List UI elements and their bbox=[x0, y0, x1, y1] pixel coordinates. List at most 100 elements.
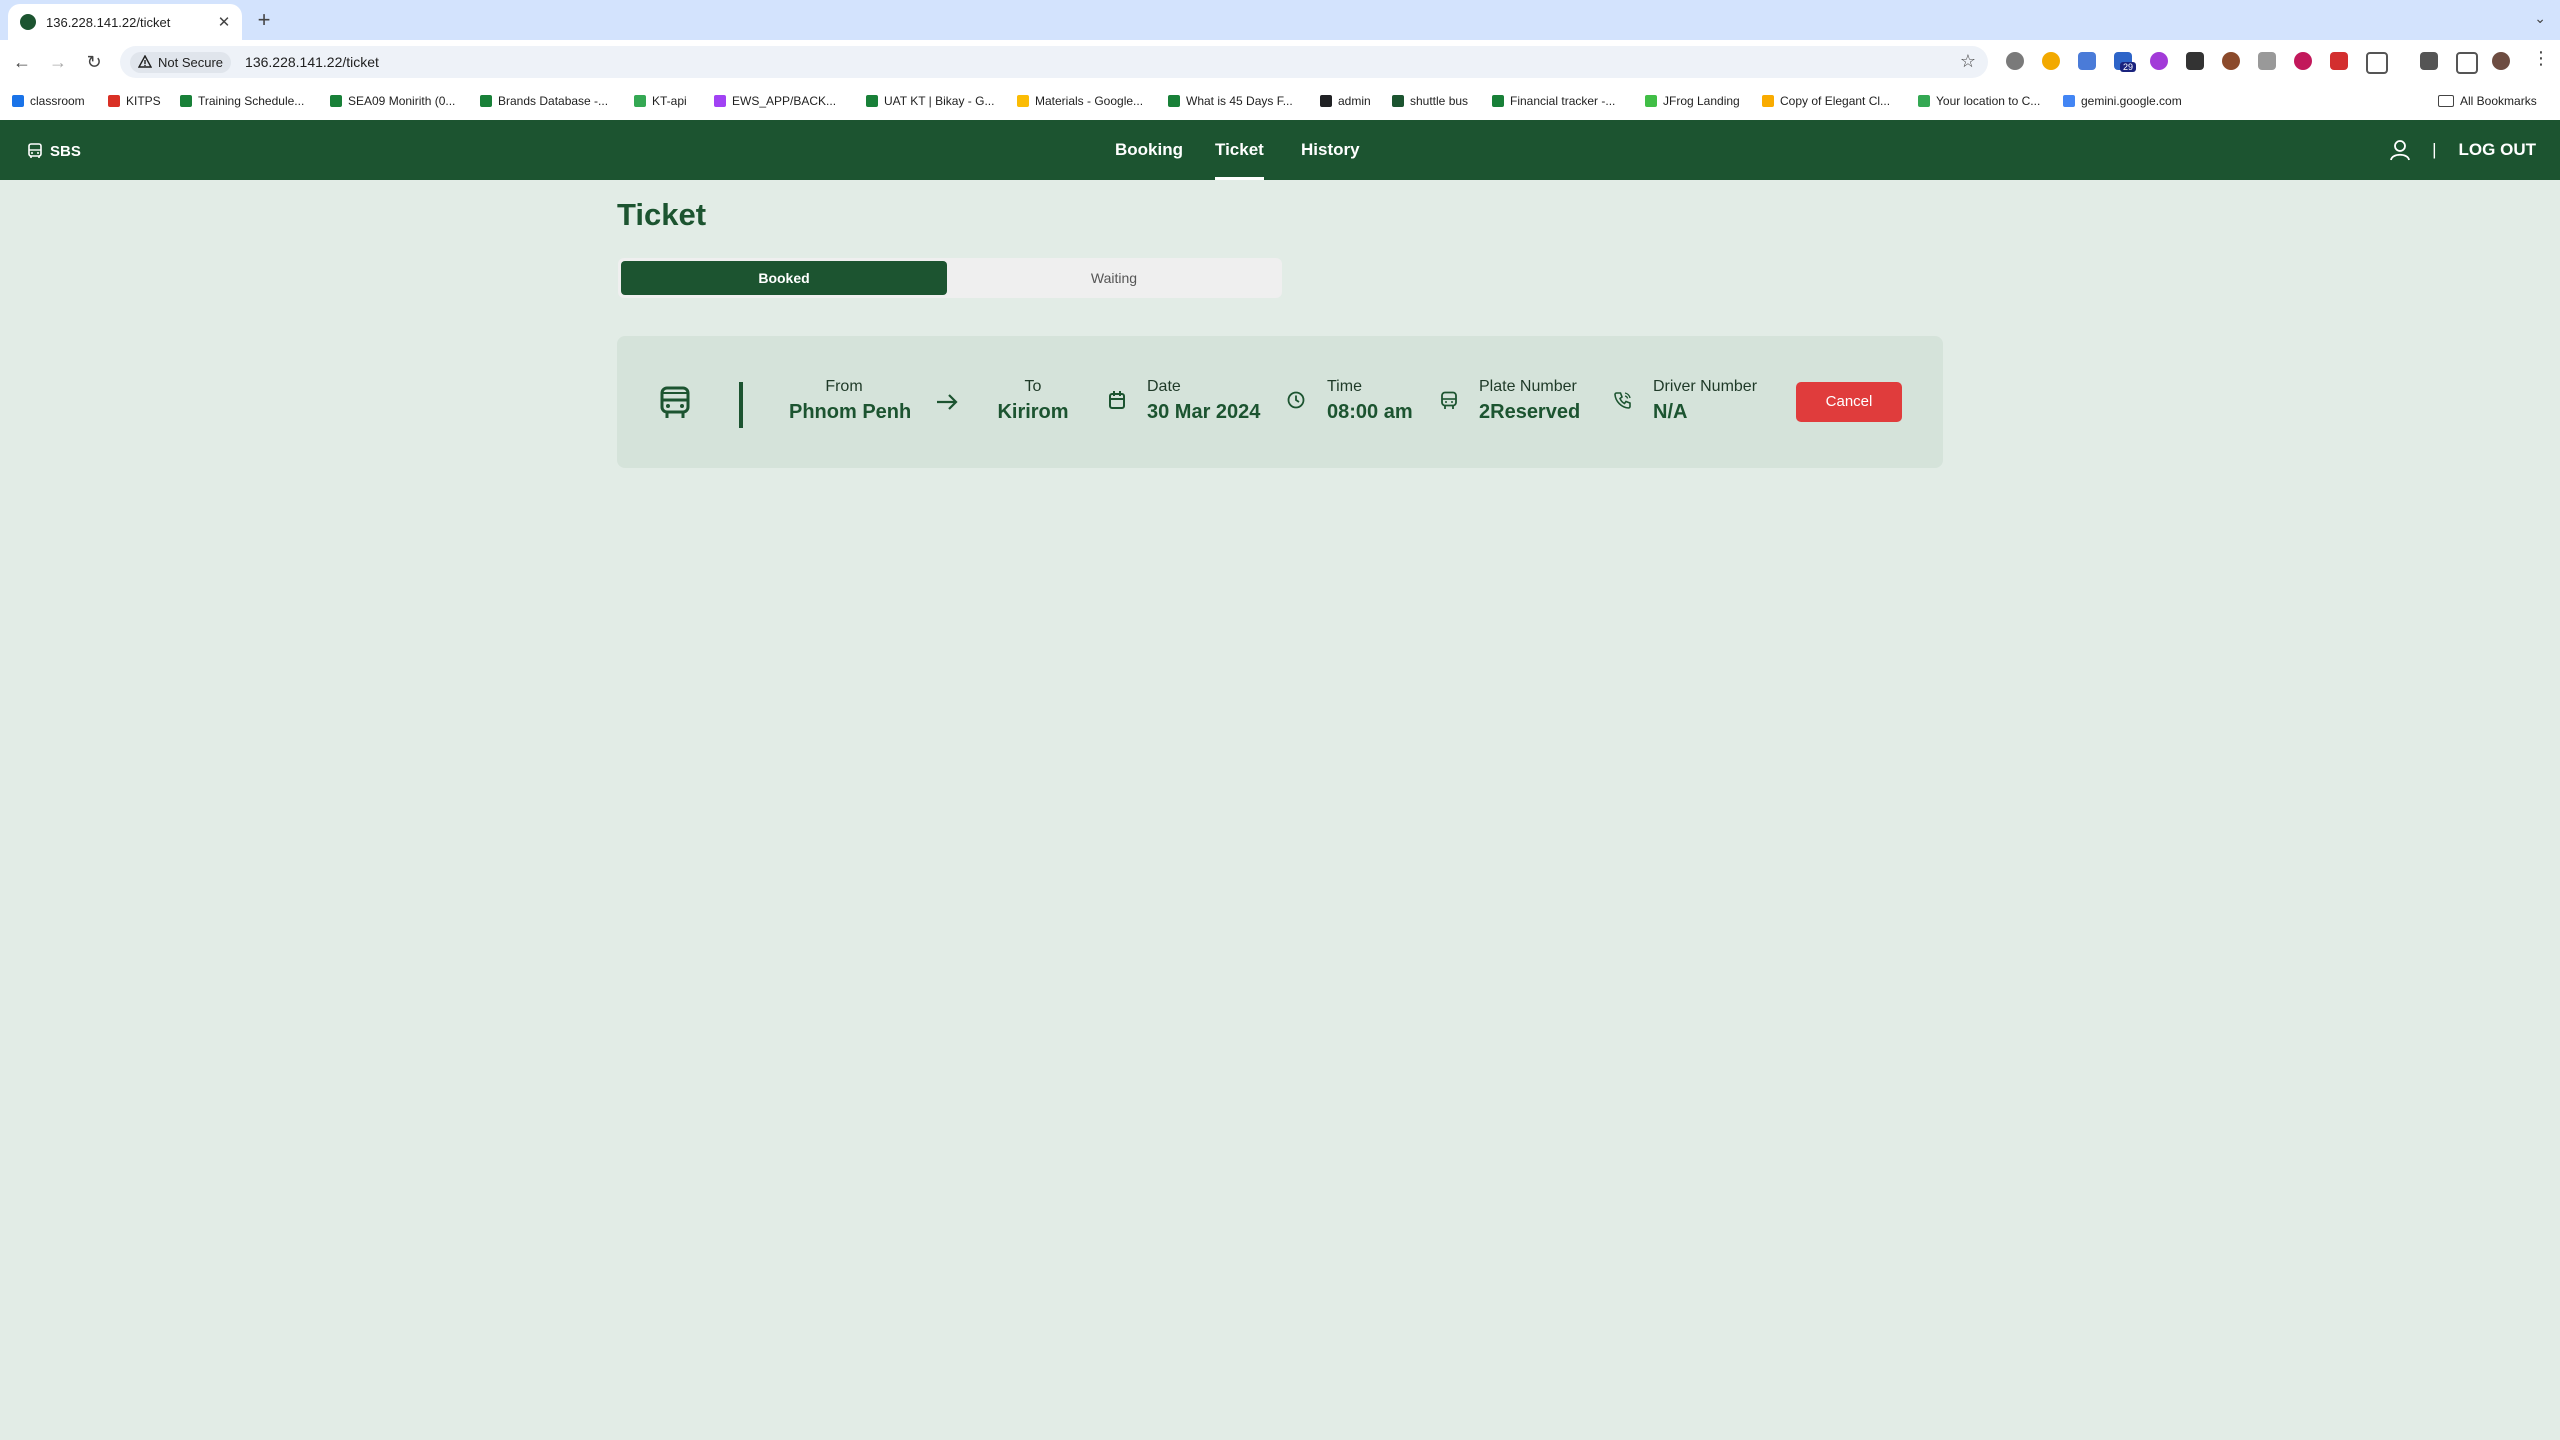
extension-icon[interactable] bbox=[2006, 52, 2024, 70]
bookmark-favicon-icon bbox=[1645, 95, 1657, 107]
bookmark-item[interactable]: Financial tracker -... bbox=[1492, 94, 1615, 108]
driver-label: Driver Number bbox=[1653, 378, 1758, 395]
bookmark-favicon-icon bbox=[1168, 95, 1180, 107]
bookmark-item[interactable]: classroom bbox=[12, 94, 85, 108]
date-field: Date 30 Mar 2024 bbox=[1147, 378, 1260, 424]
extension-icon[interactable] bbox=[2294, 52, 2312, 70]
calendar-icon bbox=[1109, 391, 1125, 409]
bookmark-label: SEA09 Monirith (0... bbox=[348, 94, 456, 108]
tab-waiting[interactable]: Waiting bbox=[950, 261, 1278, 295]
bookmark-item[interactable]: UAT KT | Bikay - G... bbox=[866, 94, 994, 108]
bookmark-label: UAT KT | Bikay - G... bbox=[884, 94, 995, 108]
all-bookmarks-button[interactable]: All Bookmarks bbox=[2438, 94, 2537, 108]
media-icon[interactable] bbox=[2420, 52, 2438, 70]
tab-search-chevron-icon[interactable]: ⌄ bbox=[2534, 10, 2546, 27]
bookmark-item[interactable]: gemini.google.com bbox=[2063, 94, 2182, 108]
new-tab-button[interactable]: + bbox=[252, 8, 276, 32]
date-value: 30 Mar 2024 bbox=[1147, 401, 1261, 423]
bookmark-star-icon[interactable]: ☆ bbox=[1960, 51, 1976, 72]
security-chip[interactable]: Not Secure bbox=[130, 51, 232, 73]
forward-icon[interactable]: → bbox=[46, 50, 70, 74]
nav-history[interactable]: History bbox=[1301, 120, 1360, 180]
extension-icon[interactable] bbox=[2330, 52, 2348, 70]
browser-tab[interactable]: 136.228.141.22/ticket ✕ bbox=[8, 4, 242, 40]
site-favicon-icon bbox=[20, 14, 36, 30]
bookmark-favicon-icon bbox=[1392, 95, 1404, 107]
plate-label: Plate Number bbox=[1479, 378, 1577, 395]
bookmark-item[interactable]: SEA09 Monirith (0... bbox=[330, 94, 455, 108]
bookmark-favicon-icon bbox=[2063, 95, 2075, 107]
time-field: Time 08:00 am bbox=[1327, 378, 1413, 424]
plate-value: 2Reserved bbox=[1479, 401, 1581, 423]
bookmark-label: EWS_APP/BACK... bbox=[732, 94, 837, 108]
bookmark-label: gemini.google.com bbox=[2081, 94, 2182, 108]
bookmark-favicon-icon bbox=[480, 95, 492, 107]
bookmark-label: Training Schedule... bbox=[198, 94, 305, 108]
bookmark-label: Materials - Google... bbox=[1035, 94, 1144, 108]
bookmark-item[interactable]: Copy of Elegant Cl... bbox=[1762, 94, 1890, 108]
url-text[interactable]: 136.228.141.22/ticket bbox=[245, 54, 379, 70]
user-area: | LOG OUT bbox=[2390, 120, 2536, 180]
separator: | bbox=[2432, 140, 2437, 159]
bookmark-label: Copy of Elegant Cl... bbox=[1780, 94, 1891, 108]
bookmark-favicon-icon bbox=[108, 95, 120, 107]
bookmark-item[interactable]: Brands Database -... bbox=[480, 94, 608, 108]
extensions-puzzle-icon[interactable] bbox=[2366, 52, 2388, 74]
bookmark-favicon-icon bbox=[1492, 95, 1504, 107]
extension-icon[interactable] bbox=[2150, 52, 2168, 70]
bookmark-item[interactable]: Materials - Google... bbox=[1017, 94, 1143, 108]
cancel-button[interactable]: Cancel bbox=[1796, 382, 1902, 422]
bookmark-label: Your location to C... bbox=[1936, 94, 2041, 108]
arrow-right-icon bbox=[937, 394, 958, 410]
warning-icon bbox=[138, 55, 152, 68]
side-panel-icon[interactable] bbox=[2456, 52, 2478, 74]
bookmark-label: classroom bbox=[30, 94, 85, 108]
tab-booked[interactable]: Booked bbox=[621, 261, 947, 295]
from-field: From Phnom Penh bbox=[789, 378, 911, 424]
bookmark-favicon-icon bbox=[1762, 95, 1774, 107]
profile-avatar-icon[interactable] bbox=[2492, 52, 2510, 70]
back-icon[interactable]: ← bbox=[10, 50, 34, 74]
bookmark-label: JFrog Landing bbox=[1663, 94, 1740, 108]
address-bar[interactable]: Not Secure 136.228.141.22/ticket ☆ bbox=[120, 46, 1988, 78]
phone-icon bbox=[1614, 392, 1631, 409]
bookmark-item[interactable]: KT-api bbox=[634, 94, 687, 108]
main-nav: Booking Ticket History bbox=[0, 120, 2560, 180]
nav-booking[interactable]: Booking bbox=[1115, 120, 1183, 180]
all-bookmarks-label: All Bookmarks bbox=[2460, 94, 2537, 108]
reload-icon[interactable]: ↻ bbox=[82, 50, 106, 74]
driver-value: N/A bbox=[1653, 401, 1688, 423]
browser-toolbar: ← → ↻ Not Secure 136.228.141.22/ticket ☆ bbox=[0, 40, 2560, 84]
bookmark-favicon-icon bbox=[330, 95, 342, 107]
cookie-extension-icon[interactable] bbox=[2222, 52, 2240, 70]
tab-close-icon[interactable]: ✕ bbox=[214, 13, 234, 31]
bookmark-item[interactable]: KITPS bbox=[108, 94, 161, 108]
user-icon[interactable] bbox=[2390, 139, 2411, 161]
bookmark-item[interactable]: Training Schedule... bbox=[180, 94, 304, 108]
translate-extension-icon[interactable] bbox=[2078, 52, 2096, 70]
browser-menu-icon[interactable]: ⋮ bbox=[2532, 48, 2550, 69]
bookmark-favicon-icon bbox=[1918, 95, 1930, 107]
extension-icon[interactable] bbox=[2258, 52, 2276, 70]
bookmark-item[interactable]: EWS_APP/BACK... bbox=[714, 94, 836, 108]
bookmark-favicon-icon bbox=[634, 95, 646, 107]
bookmark-favicon-icon bbox=[1017, 95, 1029, 107]
bus-small-icon bbox=[1441, 391, 1457, 409]
page-title: Ticket bbox=[617, 197, 707, 232]
nav-ticket[interactable]: Ticket bbox=[1215, 120, 1264, 180]
extension-badge: 29 bbox=[2120, 62, 2137, 72]
plate-field: Plate Number 2Reserved bbox=[1479, 378, 1580, 424]
card-divider bbox=[739, 382, 743, 428]
bookmark-item[interactable]: JFrog Landing bbox=[1645, 94, 1740, 108]
bookmark-item[interactable]: Your location to C... bbox=[1918, 94, 2040, 108]
bookmark-item[interactable]: shuttle bus bbox=[1392, 94, 1468, 108]
logout-button[interactable]: LOG OUT bbox=[2459, 140, 2536, 160]
pen-extension-icon[interactable] bbox=[2186, 52, 2204, 70]
ticket-card: From Phnom Penh To Kirirom Date 30 Mar 2… bbox=[617, 336, 1943, 468]
bookmark-item[interactable]: What is 45 Days F... bbox=[1168, 94, 1293, 108]
bookmark-item[interactable]: admin bbox=[1320, 94, 1371, 108]
bookmark-label: Brands Database -... bbox=[498, 94, 609, 108]
bookmark-favicon-icon bbox=[866, 95, 878, 107]
to-field: To Kirirom bbox=[989, 378, 1077, 424]
extension-icon[interactable] bbox=[2042, 52, 2060, 70]
